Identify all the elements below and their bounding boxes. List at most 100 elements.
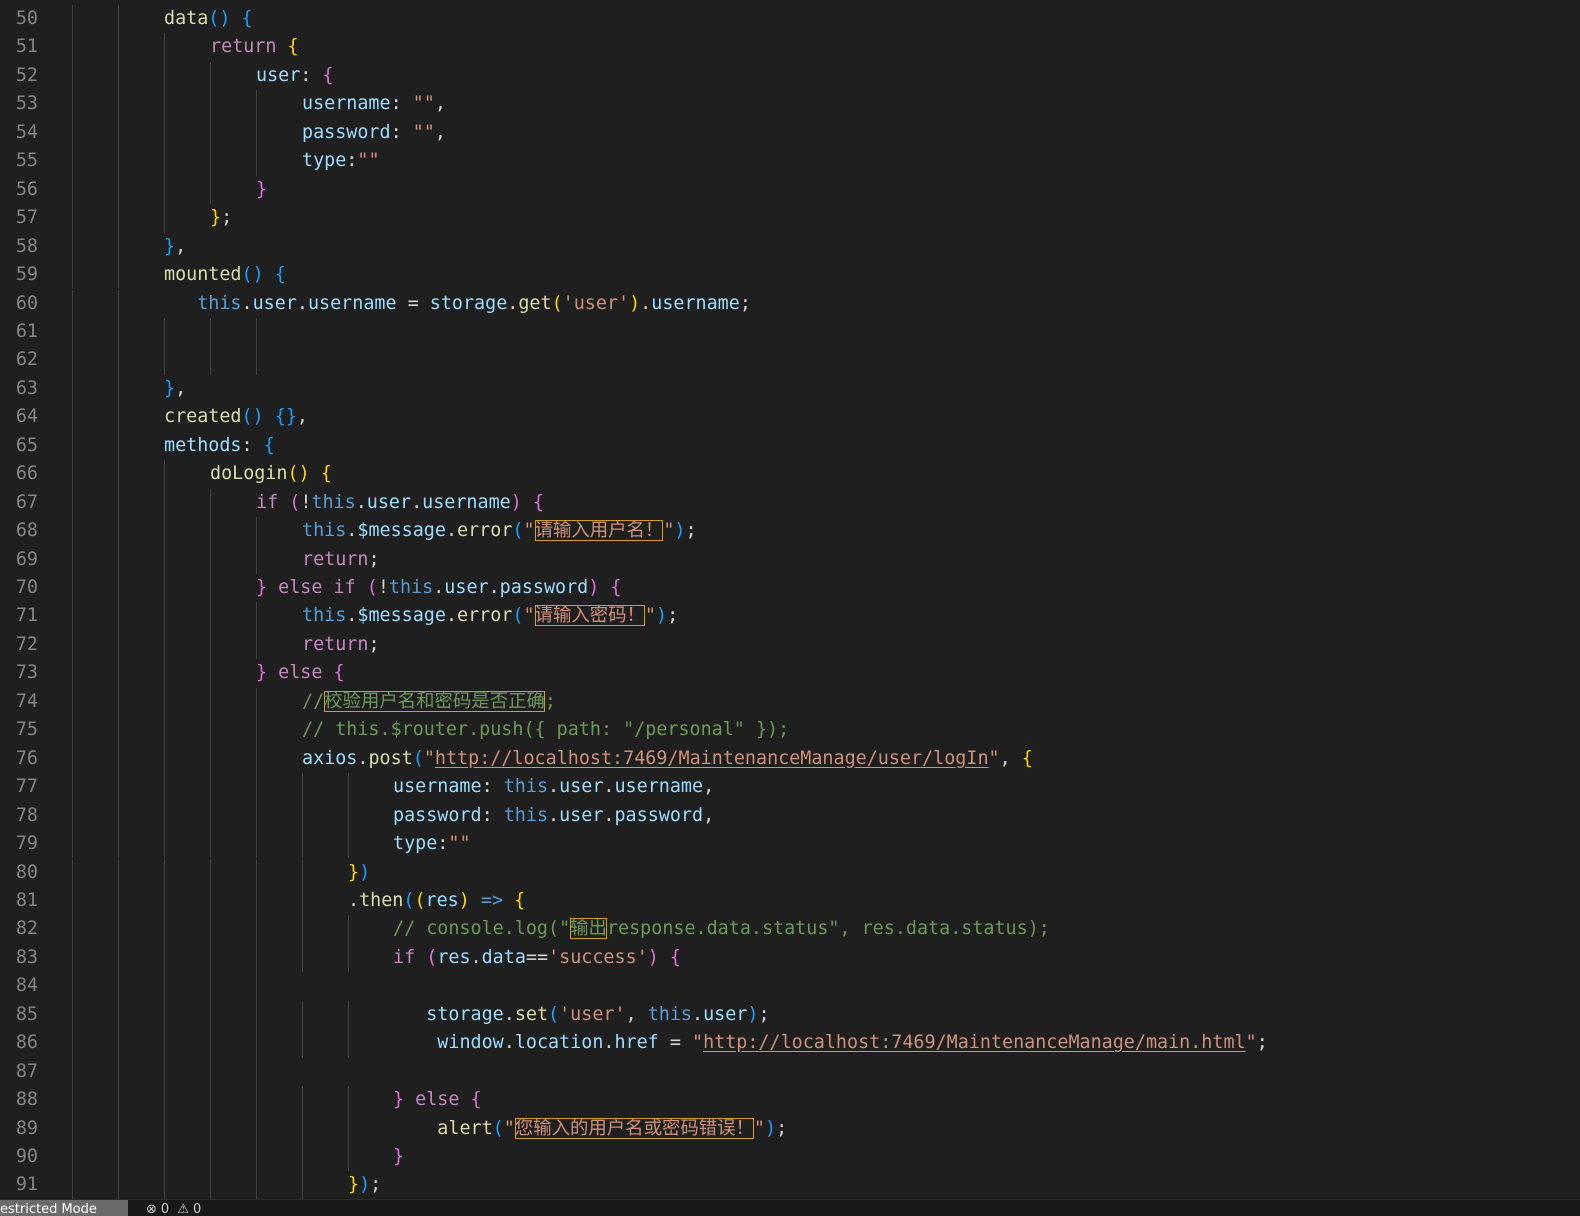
code-line[interactable]: 63}, [0, 374, 1580, 404]
line-number: 69 [15, 548, 38, 570]
code-line[interactable]: 89 alert("您输入的用户名或密码错误！"); [0, 1114, 1580, 1143]
code-token: "" [357, 150, 380, 172]
code-token: ) [458, 889, 470, 911]
indent-guide [118, 830, 119, 859]
code-token: . [411, 491, 423, 513]
code-line[interactable]: 50 data() { [0, 5, 1580, 34]
code-line[interactable]: 80}) [0, 858, 1580, 887]
code-line[interactable]: 77 username: this.user.username, [0, 773, 1580, 802]
code-line[interactable]: 84 [0, 972, 1580, 1001]
code-token: . [603, 776, 615, 798]
code-token: user [559, 776, 604, 798]
code-line[interactable]: 62 [0, 346, 1580, 375]
line-number: 70 [15, 577, 38, 598]
code-token: data [164, 8, 209, 29]
code-line[interactable]: 90} [0, 1143, 1580, 1172]
line-number: 80 [15, 861, 38, 883]
code-token: 'success' [548, 946, 648, 968]
line-number: 74 [15, 690, 38, 712]
indent-guide [164, 1086, 165, 1115]
code-line[interactable]: 86 window.location.href = "http://localh… [0, 1029, 1580, 1058]
indent-guide [72, 317, 73, 347]
code-token: http://localhost:7469/MaintenanceManage/… [434, 747, 989, 769]
indent-guide [210, 1029, 211, 1058]
code-line[interactable]: 52 user: { [0, 61, 1580, 91]
code-token: set [514, 1003, 549, 1025]
line-number: 78 [15, 804, 38, 826]
code-line[interactable]: 65 methods: { [0, 431, 1580, 461]
code-line[interactable]: 75 // this.$router.push({ path: "/persona… [0, 716, 1580, 745]
code-line[interactable]: 53 username: "", [0, 90, 1580, 119]
code-line[interactable]: 87 [0, 1057, 1580, 1087]
code-text: username: this.user.username, [393, 773, 714, 801]
restricted-mode-indicator[interactable]: estricted Mode [0, 1200, 128, 1216]
code-line[interactable]: 58}, [0, 232, 1580, 262]
code-line[interactable]: 76 axios.post("http://localhost:7469/Main… [0, 744, 1580, 774]
code-line[interactable]: 81 .then((res) => { [0, 886, 1580, 916]
indent-guide [164, 773, 165, 802]
code-line[interactable]: 85 storage.set('user', this.user); [0, 1000, 1580, 1030]
code-line[interactable]: 91}); [0, 1171, 1580, 1199]
indent-guide [256, 943, 257, 973]
code-line[interactable]: 79 type:"" [0, 830, 1580, 859]
indent-guide [348, 1086, 349, 1115]
code-editor[interactable]: 50 data() {51 return {52 user: {53 username:… [0, 0, 1580, 1199]
code-line[interactable]: 55 type:"" [0, 147, 1580, 176]
code-line[interactable]: 67 if (!this.user.username) { [0, 488, 1580, 518]
code-line[interactable]: 73} else { [0, 659, 1580, 688]
code-line[interactable]: 78 password: this.user.password, [0, 801, 1580, 831]
indent-guide [72, 346, 73, 375]
indent-guide [72, 773, 73, 802]
code-token: : [481, 804, 504, 826]
code-line[interactable]: 74 //校验用户名和密码是否正确; [0, 687, 1580, 717]
code-line[interactable]: 57}; [0, 204, 1580, 233]
code-line[interactable]: 83 if (res.data=='success') { [0, 943, 1580, 973]
code-line[interactable]: 61 [0, 317, 1580, 347]
code-text: // this.$router.push({ path: "/personal"… [302, 716, 789, 744]
code-line[interactable]: 72 return; [0, 630, 1580, 660]
code-line[interactable]: 54 password: "", [0, 118, 1580, 148]
indent-guide [72, 147, 73, 176]
code-line[interactable]: 64 created() {}, [0, 403, 1580, 432]
indent-guide [210, 659, 211, 688]
code-line[interactable]: 68 this.$message.error("请输入用户名！"); [0, 517, 1580, 546]
code-token: // console.log(" [393, 918, 571, 940]
line-number: 59 [15, 264, 38, 286]
code-line[interactable]: 66 doLogin() { [0, 460, 1580, 489]
code-token: { [287, 36, 299, 58]
code-line[interactable]: 69 return; [0, 545, 1580, 574]
indent-guide [72, 716, 73, 745]
indent-guide [118, 33, 119, 62]
indent-guide [72, 1000, 73, 1030]
code-line[interactable]: 56} [0, 175, 1580, 205]
indent-guide [72, 630, 73, 660]
code-token: " [503, 1117, 515, 1139]
indent-guide [72, 1029, 73, 1058]
code-token: mounted [164, 264, 242, 286]
code-text: this.$message.error("请输入用户名！"); [302, 517, 697, 545]
indent-guide [72, 972, 73, 1001]
code-text: }, [164, 233, 186, 261]
code-line[interactable]: 59 mounted() { [0, 261, 1580, 290]
code-line[interactable]: 88} else { [0, 1086, 1580, 1115]
code-line[interactable]: 71 this.$message.error("请输入密码！"); [0, 602, 1580, 631]
problems-indicator[interactable]: ⊗ 0 ⚠ 0 [146, 1200, 205, 1216]
code-line[interactable]: 60 this.user.username = storage.get('use… [0, 289, 1580, 318]
code-token: . [603, 804, 615, 826]
code-token: " [423, 747, 435, 769]
code-token: ( [414, 889, 426, 911]
code-token: " [523, 520, 535, 542]
indent-guide [210, 346, 211, 375]
code-token: this [302, 605, 347, 627]
line-number: 51 [15, 36, 38, 58]
code-token: 请输入密码！ [534, 605, 645, 627]
code-line[interactable]: 70} else if (!this.user.password) { [0, 574, 1580, 603]
code-line[interactable]: 82 // console.log("输出response.data.status… [0, 915, 1580, 944]
line-number: 63 [15, 377, 38, 399]
code-line[interactable]: 51 return { [0, 33, 1580, 62]
indent-guide [256, 517, 257, 546]
